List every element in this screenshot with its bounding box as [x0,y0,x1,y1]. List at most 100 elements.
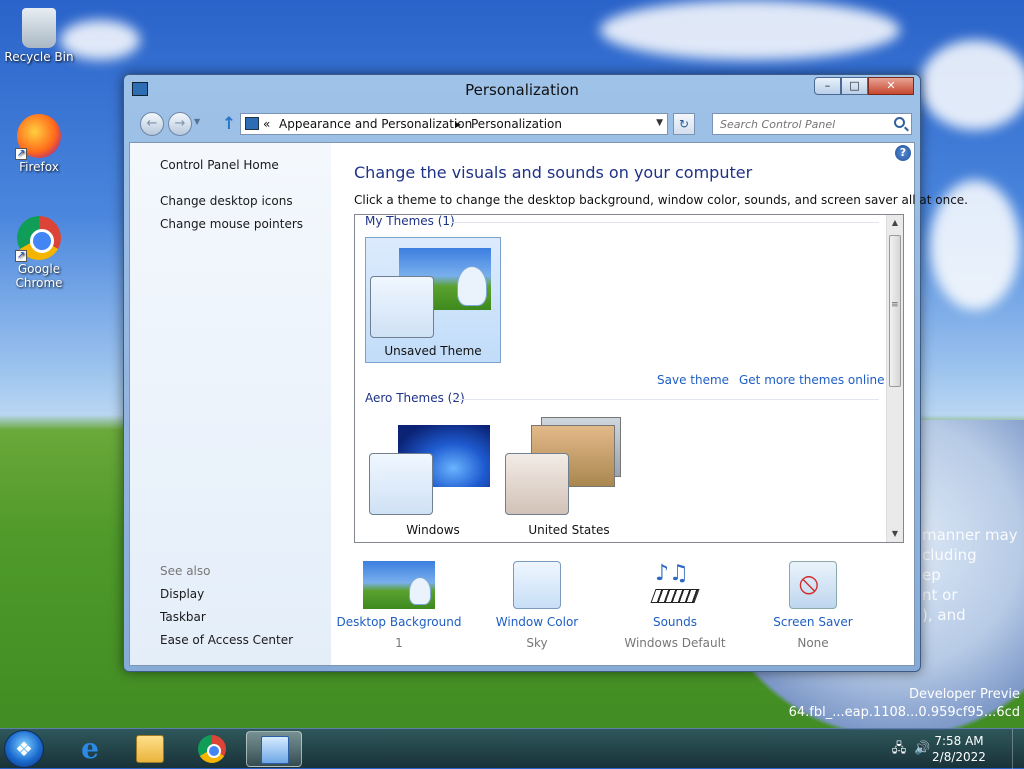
group-divider [451,399,879,400]
clock-time: 7:58 AM [934,734,984,748]
wallpaper-text: manner may cluding ep nt or ), and [922,526,1018,624]
title-bar[interactable]: Personalization – □ ✕ [124,75,920,105]
music-notes-icon: ♪♫ [655,561,689,586]
screen-saver-value: None [797,636,829,650]
theme-label: United States [528,523,610,537]
sounds-link[interactable]: Sounds [605,615,745,629]
taskbar-chrome[interactable] [184,731,240,767]
theme-color-swatch [370,276,434,338]
sounds-icon: ♪♫ [650,561,700,609]
taskbar-control-panel[interactable] [246,731,302,767]
window-title: Personalization [465,81,579,99]
taskbar-internet-explorer[interactable]: e [62,731,118,767]
theme-label: Unsaved Theme [384,344,482,358]
window-color-setting[interactable]: Window Color Sky [467,561,607,650]
keyboard-icon [650,589,700,603]
minimize-button[interactable]: – [814,77,841,95]
system-clock[interactable]: 7:58 AM 2/8/2022 [924,733,994,765]
folder-icon [136,735,164,763]
screen-saver-icon [789,561,837,609]
search-input[interactable] [718,115,890,133]
search-icon[interactable] [894,117,905,128]
window-color-swatch [513,561,561,609]
scroll-down-icon[interactable]: ▼ [887,526,903,542]
desktop-icon-chrome[interactable]: ↗ Google Chrome [4,216,74,290]
ie-icon: e [81,732,99,765]
developer-preview-watermark: Developer Previe 64.fbl_...eap.1108...0.… [788,687,1020,720]
page-description: Click a theme to change the desktop back… [354,193,968,207]
screen-saver-link[interactable]: Screen Saver [743,615,883,629]
get-more-themes-link[interactable]: Get more themes online [739,373,885,387]
theme-united-states[interactable]: United States [501,415,637,541]
caption-buttons: – □ ✕ [814,77,914,95]
maximize-button[interactable]: □ [841,77,868,95]
theme-windows[interactable]: Windows [365,415,501,541]
control-panel-icon [245,117,259,130]
desktop-icon-recycle-bin[interactable]: Recycle Bin [4,8,74,64]
breadcrumb-overflow[interactable]: « [263,117,270,131]
window-content: Control Panel Home Change desktop icons … [129,142,968,666]
themes-scrollbar[interactable]: ▲ ≡ ▼ [886,215,903,542]
close-button[interactable]: ✕ [868,77,914,95]
save-theme-link[interactable]: Save theme [657,373,729,387]
page-heading: Change the visuals and sounds on your co… [354,163,753,182]
screen-saver-setting[interactable]: Screen Saver None [743,561,883,650]
theme-color-swatch [505,453,569,515]
desktop-background-setting[interactable]: Desktop Background 1 [329,561,469,650]
breadcrumb-separator[interactable]: ▸ [455,117,461,131]
chrome-icon [198,735,226,763]
wallpaper-cloud [600,0,900,60]
forward-button[interactable]: → [168,112,192,136]
start-button[interactable] [4,730,44,768]
scroll-thumb[interactable]: ≡ [889,235,901,387]
back-button[interactable]: ← [140,112,164,136]
taskbar-link[interactable]: Taskbar [160,610,206,624]
theme-unsaved[interactable]: Unsaved Theme [365,237,501,363]
personalization-window: Personalization – □ ✕ ← → ▼ ↑ « Appearan… [123,74,968,672]
change-desktop-icons-link[interactable]: Change desktop icons [160,194,293,208]
control-panel-icon [261,736,289,764]
search-box[interactable] [712,113,912,135]
control-panel-home-link[interactable]: Control Panel Home [160,158,279,172]
wallpaper-cloud [920,40,1024,130]
network-icon[interactable]: 🖧 [891,741,907,757]
desktop-background-thumbnail [363,561,435,609]
shortcut-arrow-icon: ↗ [15,148,27,160]
desktop-icon-firefox[interactable]: ↗ Firefox [4,114,74,174]
desktop-icon-label: Firefox [19,160,59,174]
ease-of-access-link[interactable]: Ease of Access Center [160,633,293,647]
up-button[interactable]: ↑ [220,113,238,135]
show-desktop-button[interactable] [1012,729,1024,769]
refresh-button[interactable]: ↻ [673,113,695,135]
character-thumbnail [409,577,431,605]
address-dropdown-icon[interactable]: ▼ [656,118,663,128]
help-icon[interactable]: ? [895,145,911,161]
scroll-grip-icon: ≡ [891,300,899,310]
see-also-heading: See also [160,564,211,578]
firefox-icon: ↗ [15,114,61,160]
window-color-link[interactable]: Window Color [467,615,607,629]
sounds-setting[interactable]: ♪♫ Sounds Windows Default [605,561,745,650]
change-mouse-pointers-link[interactable]: Change mouse pointers [160,217,303,231]
theme-color-swatch [369,453,433,515]
themes-list: My Themes (1) Unsaved Theme Save theme G… [354,214,904,543]
clock-date: 2/8/2022 [932,750,986,764]
navigation-bar: ← → ▼ ↑ « Appearance and Personalization… [132,111,912,137]
recent-pages-dropdown[interactable]: ▼ [194,117,200,126]
desktop-background-value: 1 [395,636,403,650]
taskbar-file-explorer[interactable] [122,731,178,767]
left-pane: Control Panel Home Change desktop icons … [130,143,331,665]
address-bar[interactable]: « Appearance and Personalization ▸ Perso… [240,113,668,135]
breadcrumb-personalization[interactable]: Personalization [471,117,562,131]
aero-themes-header: Aero Themes (2) [365,391,465,405]
main-pane: ? Change the visuals and sounds on your … [329,143,968,665]
window-color-value: Sky [526,636,548,650]
desktop-background-link[interactable]: Desktop Background [329,615,469,629]
breadcrumb-appearance[interactable]: Appearance and Personalization [279,117,472,131]
recycle-bin-icon [22,8,56,48]
display-link[interactable]: Display [160,587,204,601]
scroll-up-icon[interactable]: ▲ [887,215,903,231]
theme-label: Windows [406,523,460,537]
desktop-icon-label: Google Chrome [15,262,63,290]
sounds-value: Windows Default [624,636,726,650]
